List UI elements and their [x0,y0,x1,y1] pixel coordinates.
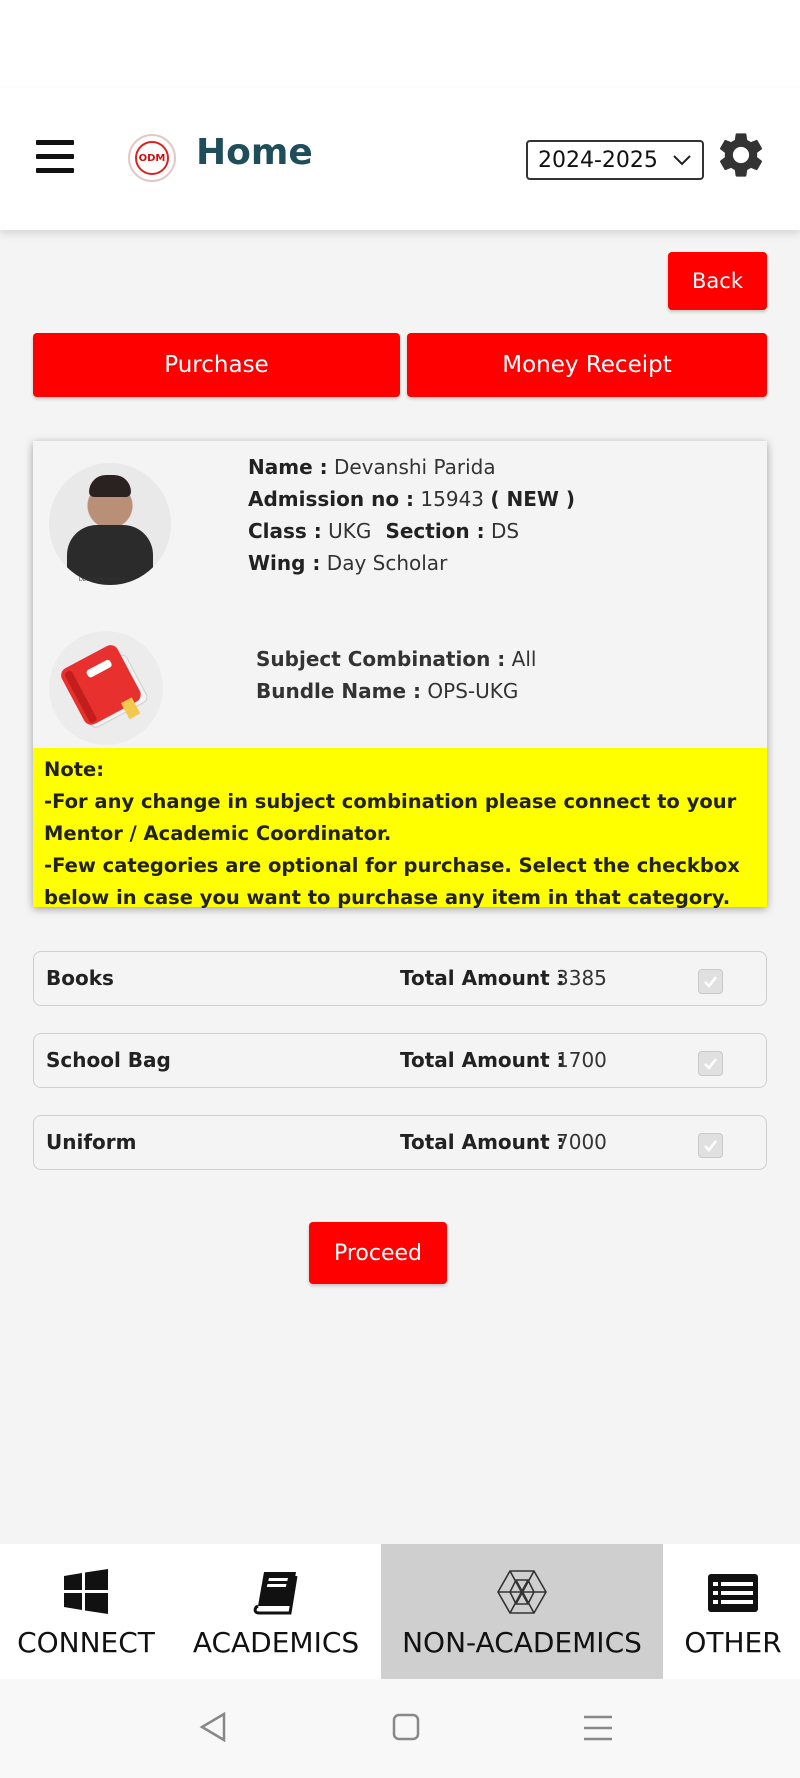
total-amount-label: Total Amount : [400,1130,565,1154]
admission-label: Admission no : [248,487,415,511]
student-photo [49,463,171,585]
student-details: Name : Devanshi Parida Admission no : 15… [248,451,575,579]
settings-gear-icon[interactable] [714,128,768,182]
nav-label: NON-ACADEMICS [402,1626,642,1659]
admission-row: Admission no : 15943 ( NEW ) [248,483,575,515]
admission-number: 15943 [420,487,485,511]
category-checkbox[interactable] [698,1051,723,1076]
nav-academics[interactable]: ACADEMICS [178,1544,374,1679]
note-title: Note: [44,758,105,781]
category-row-books: Books Total Amount : 3385 [33,951,767,1006]
category-name: Uniform [46,1130,137,1154]
checkmark-icon [704,976,717,988]
school-logo: ODM [128,134,176,182]
money-receipt-button[interactable]: Money Receipt [407,333,767,397]
purchase-button[interactable]: Purchase [33,333,400,397]
bundle-name-label: Bundle Name : [256,679,422,703]
student-photo-caption: DEVANSHI PARIDA [79,577,125,583]
back-button[interactable]: Back [668,252,767,310]
admission-tag: ( NEW ) [490,487,576,511]
red-book-icon [49,631,163,745]
class-row: Class : UKG Section : DS [248,515,575,547]
section-value: DS [490,519,520,543]
page-title: Home [196,132,313,173]
app-header: ODM Home 2024-2025 [0,88,800,230]
system-home-icon[interactable] [391,1712,421,1742]
category-name: Books [46,966,114,990]
student-name: Devanshi Parida [333,455,496,479]
class-value: UKG [328,519,372,543]
nav-other[interactable]: OTHER [666,1544,800,1679]
total-amount-value: 7000 [556,1130,607,1154]
nav-label: CONNECT [17,1626,155,1659]
category-checkbox[interactable] [698,969,723,994]
academic-year-select[interactable]: 2024-2025 [526,140,704,180]
section-label: Section : [385,519,485,543]
hamburger-menu-icon[interactable] [36,140,74,174]
bundle-name-row: Bundle Name : OPS-UKG [256,675,536,707]
proceed-button[interactable]: Proceed [309,1222,447,1284]
total-amount-value: 1700 [556,1048,607,1072]
checkmark-icon [704,1140,717,1152]
system-back-icon[interactable] [198,1711,228,1743]
note-box: Note: -For any change in subject combina… [33,748,767,909]
subject-combination-label: Subject Combination : [256,647,506,671]
category-row-uniform: Uniform Total Amount : 7000 [33,1115,767,1170]
student-info-card: DEVANSHI PARIDA Name : Devanshi Parida A… [33,441,767,909]
category-checkbox[interactable] [698,1133,723,1158]
wing-label: Wing : [248,551,321,575]
total-amount-label: Total Amount : [400,1048,565,1072]
note-line-optional: -Few categories are optional for purchas… [44,854,740,909]
student-name-row: Name : Devanshi Parida [248,451,575,483]
subject-combination-row: Subject Combination : All [256,643,536,675]
polyhedron-icon [497,1570,547,1614]
wing-value: Day Scholar [326,551,448,575]
school-logo-mark: ODM [135,141,169,175]
bundle-details: Subject Combination : All Bundle Name : … [256,643,536,707]
bundle-name-value: OPS-UKG [427,679,519,703]
checkmark-icon [704,1058,717,1070]
category-name: School Bag [46,1048,171,1072]
subject-combination-value: All [511,647,537,671]
academic-year-value: 2024-2025 [538,147,658,173]
name-label: Name : [248,455,328,479]
book-icon [253,1572,298,1615]
total-amount-label: Total Amount : [400,966,565,990]
chevron-down-icon [673,155,691,166]
nav-connect[interactable]: CONNECT [0,1544,172,1679]
nav-non-academics[interactable]: NON-ACADEMICS [381,1544,663,1679]
total-amount-value: 3385 [556,966,607,990]
windows-icon [64,1569,108,1614]
list-icon [708,1574,758,1612]
nav-label: ACADEMICS [192,1626,360,1659]
status-bar [0,0,800,88]
wing-row: Wing : Day Scholar [248,547,575,579]
system-recents-icon[interactable] [582,1713,614,1743]
bottom-navigation: CONNECT ACADEMICS NON-ACADEMICS OTHER [0,1544,800,1679]
category-row-school-bag: School Bag Total Amount : 1700 [33,1033,767,1088]
nav-label: OTHER [684,1626,782,1659]
class-label: Class : [248,519,322,543]
system-navigation-bar [0,1679,800,1778]
note-line-mentor: -For any change in subject combination p… [44,790,737,845]
